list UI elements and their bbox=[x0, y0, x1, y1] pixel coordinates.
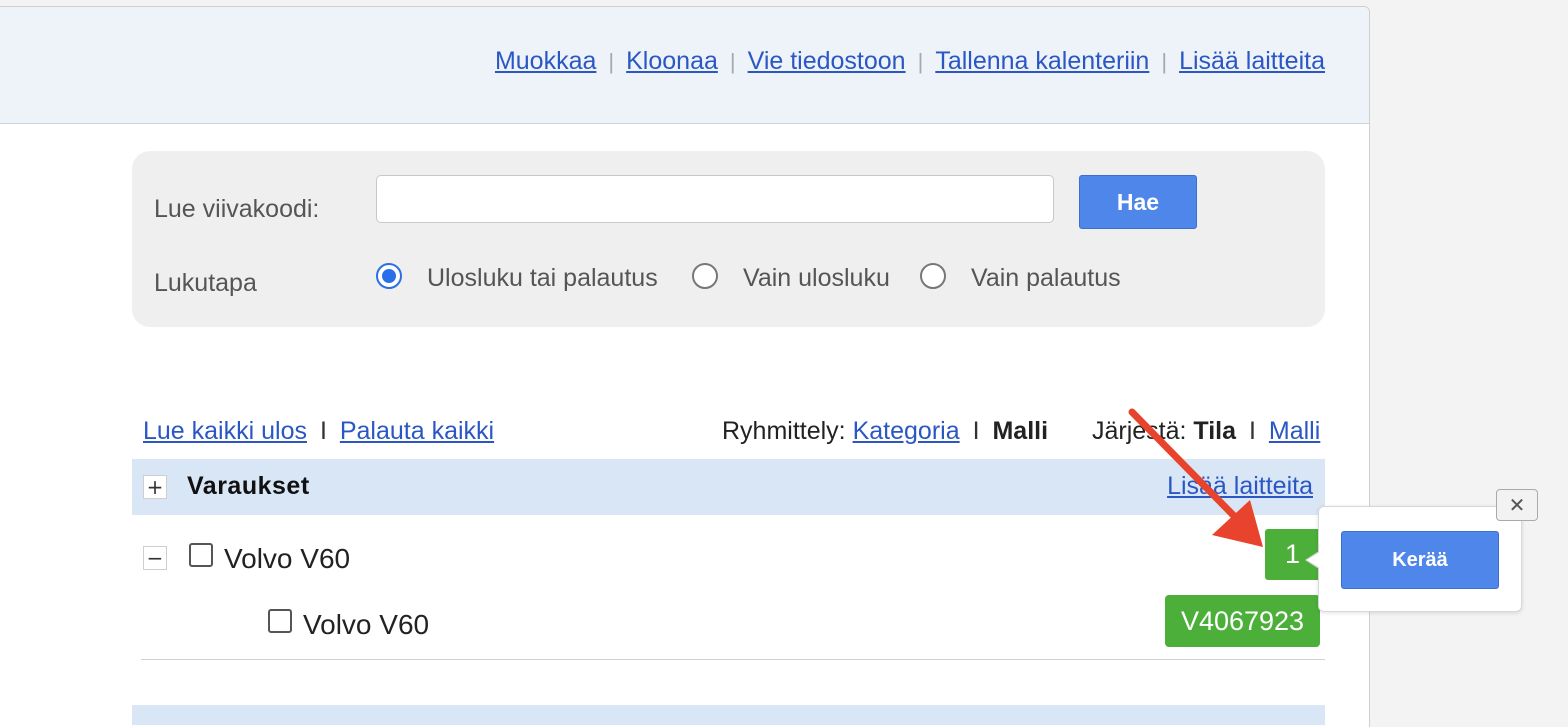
item-row-checkbox[interactable] bbox=[268, 609, 292, 633]
popup-close-icon[interactable]: ✕ bbox=[1496, 489, 1538, 521]
grouping-label: Ryhmittely: bbox=[722, 417, 846, 445]
item-row-name: Volvo V60 bbox=[303, 609, 430, 640]
group-title: Varaukset bbox=[187, 472, 310, 500]
separator: | bbox=[608, 48, 615, 74]
barcode-scan-panel: Lue viivakoodi: Hae Lukutapa Ulosluku ta… bbox=[132, 151, 1325, 327]
add-devices-link[interactable]: Lisää laitteita bbox=[1179, 47, 1325, 76]
checkout-all-link[interactable]: Lue kaikki ulos bbox=[143, 417, 307, 445]
separator: I bbox=[319, 417, 327, 445]
barcode-input[interactable] bbox=[376, 175, 1054, 223]
radio-return-only[interactable] bbox=[920, 263, 946, 289]
barcode-label: Lue viivakoodi: bbox=[154, 195, 320, 223]
radio-checkout-only[interactable] bbox=[692, 263, 718, 289]
separator: | bbox=[729, 48, 736, 74]
separator: | bbox=[1161, 48, 1168, 74]
separator: | bbox=[917, 48, 924, 74]
model-row-checkbox[interactable] bbox=[189, 543, 213, 567]
radio-checkout-only-label: Vain ulosluku bbox=[743, 264, 890, 292]
top-toolbar: Muokkaa | Kloonaa | Vie tiedostoon | Tal… bbox=[0, 7, 1369, 124]
expand-icon[interactable]: + bbox=[143, 475, 167, 499]
separator: I bbox=[972, 417, 980, 445]
edit-link[interactable]: Muokkaa bbox=[495, 47, 596, 76]
top-links: Muokkaa | Kloonaa | Vie tiedostoon | Tal… bbox=[495, 47, 1325, 76]
annotation-arrow-icon bbox=[1128, 408, 1263, 547]
export-link[interactable]: Vie tiedostoon bbox=[748, 47, 906, 76]
group-by-category-link[interactable]: Kategoria bbox=[853, 417, 960, 445]
read-mode-label: Lukutapa bbox=[154, 269, 257, 297]
collect-popup: Kerää bbox=[1305, 506, 1522, 612]
model-row-name: Volvo V60 bbox=[224, 543, 351, 574]
radio-checkout-or-return-label: Ulosluku tai palautus bbox=[427, 264, 658, 292]
row-divider bbox=[141, 659, 1325, 660]
return-all-link[interactable]: Palauta kaikki bbox=[340, 417, 494, 445]
search-button[interactable]: Hae bbox=[1079, 175, 1197, 229]
collect-button[interactable]: Kerää bbox=[1341, 531, 1499, 589]
item-code-badge[interactable]: V4067923 bbox=[1165, 595, 1320, 647]
group-by-model-active: Malli bbox=[992, 417, 1049, 445]
clone-link[interactable]: Kloonaa bbox=[626, 47, 718, 76]
radio-checkout-or-return[interactable] bbox=[376, 263, 402, 289]
collapse-icon[interactable]: − bbox=[143, 546, 167, 570]
radio-return-only-label: Vain palautus bbox=[971, 264, 1121, 292]
bulk-actions: Lue kaikki ulos I Palauta kaikki bbox=[143, 417, 494, 446]
save-calendar-link[interactable]: Tallenna kalenteriin bbox=[935, 47, 1149, 76]
next-group-header bbox=[132, 705, 1325, 725]
